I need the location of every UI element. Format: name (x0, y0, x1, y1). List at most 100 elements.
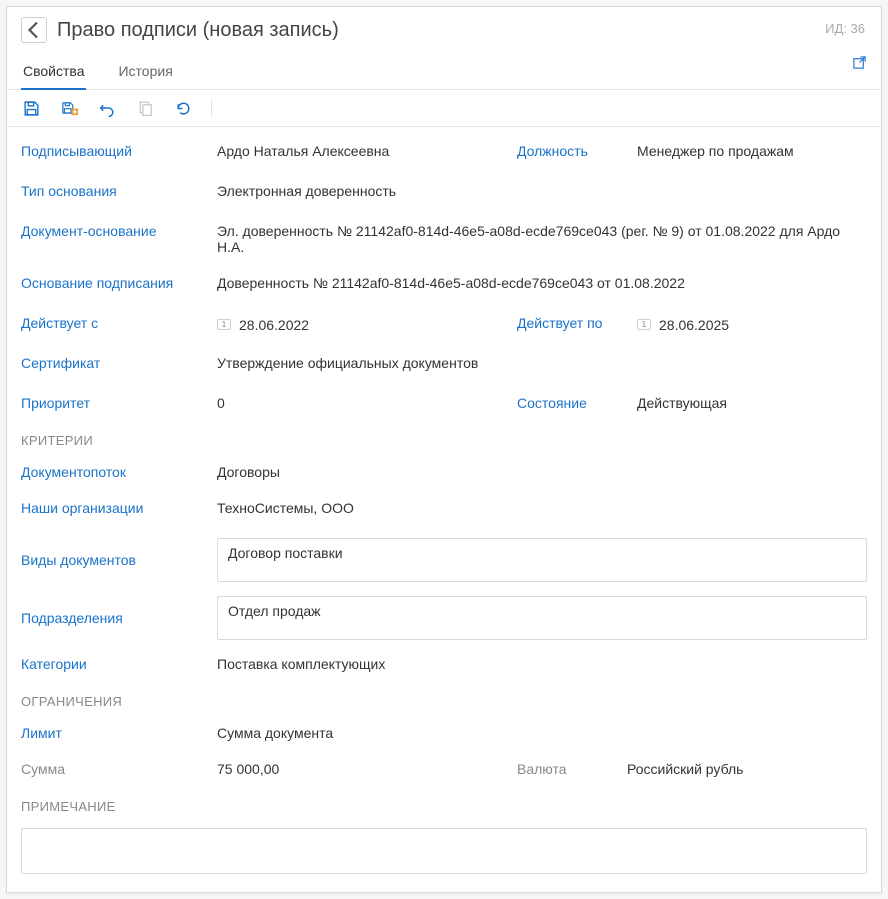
certificate-field[interactable]: Утверждение официальных документов (217, 353, 867, 371)
limit-label: Лимит (21, 723, 217, 741)
refresh-icon (175, 100, 192, 117)
refresh-button[interactable] (173, 98, 193, 118)
amount-value: 75 000,00 (217, 759, 517, 777)
categories-label: Категории (21, 654, 217, 672)
doc-types-field[interactable]: Договор поставки (217, 538, 867, 582)
orgs-value: ТехноСистемы, ООО (217, 498, 867, 516)
departments-box: Отдел продаж (217, 596, 867, 640)
limit-value: Сумма документа (217, 723, 867, 741)
valid-to-field[interactable]: 1 28.06.2025 (637, 313, 857, 333)
basis-doc-value: Эл. доверенность № 21142af0-814d-46e5-a0… (217, 221, 867, 255)
valid-to-value: 28.06.2025 (659, 315, 729, 333)
save-plus-icon (61, 100, 78, 117)
tab-bar: Свойства История (7, 49, 881, 90)
basis-type-label: Тип основания (21, 181, 217, 199)
position-value: Менеджер по продажам (637, 141, 857, 159)
limit-field[interactable]: Сумма документа (217, 723, 867, 741)
signing-basis-label: Основание подписания (21, 273, 217, 291)
priority-label: Приоритет (21, 393, 217, 411)
row-signer: Подписывающий Ардо Наталья Алексеевна До… (21, 141, 867, 163)
row-limit: Лимит Сумма документа (21, 723, 867, 745)
row-priority-state: Приоритет 0 Состояние Действующая (21, 393, 867, 415)
valid-from-label: Действует с (21, 313, 217, 331)
toolbar (7, 90, 881, 127)
departments-value: Отдел продаж (228, 603, 321, 619)
save-and-close-button[interactable] (59, 98, 79, 118)
save-button[interactable] (21, 98, 41, 118)
state-value: Действующая (637, 393, 857, 411)
doc-types-box: Договор поставки (217, 538, 867, 582)
signer-value: Ардо Наталья Алексеевна (217, 141, 517, 159)
row-categories: Категории Поставка комплектующих (21, 654, 867, 676)
departments-label: Подразделения (21, 596, 217, 626)
save-icon (23, 100, 40, 117)
row-certificate: Сертификат Утверждение официальных докум… (21, 353, 867, 375)
valid-to-label: Действует по (517, 313, 637, 331)
section-note: ПРИМЕЧАНИЕ (21, 799, 867, 814)
toolbar-separator (211, 99, 212, 117)
row-amount-currency: Сумма 75 000,00 Валюта Российский рубль (21, 759, 867, 781)
card-header: Право подписи (новая запись) ИД: 36 (7, 7, 881, 49)
row-orgs: Наши организации ТехноСистемы, ООО (21, 498, 867, 520)
signature-right-card: Право подписи (новая запись) ИД: 36 Свой… (6, 6, 882, 893)
signer-field[interactable]: Ардо Наталья Алексеевна (217, 141, 517, 159)
amount-label: Сумма (21, 759, 217, 777)
section-criteria: КРИТЕРИИ (21, 433, 867, 448)
docflow-field[interactable]: Договоры (217, 462, 867, 480)
docflow-value: Договоры (217, 462, 867, 480)
amount-field[interactable]: 75 000,00 (217, 759, 517, 777)
row-signing-basis: Основание подписания Доверенность № 2114… (21, 273, 867, 295)
state-label: Состояние (517, 393, 637, 411)
orgs-field[interactable]: ТехноСистемы, ООО (217, 498, 867, 516)
signing-basis-field[interactable]: Доверенность № 21142af0-814d-46e5-a08d-e… (217, 273, 867, 291)
copy-button (135, 98, 155, 118)
back-button[interactable] (21, 17, 47, 43)
tab-properties[interactable]: Свойства (21, 57, 86, 89)
doc-types-label: Виды документов (21, 538, 217, 568)
doc-types-value: Договор поставки (228, 545, 343, 561)
note-textarea[interactable] (21, 828, 867, 874)
certificate-value: Утверждение официальных документов (217, 353, 867, 371)
position-field[interactable]: Менеджер по продажам (637, 141, 857, 159)
arrow-left-icon (22, 18, 46, 42)
row-docflow: Документопоток Договоры (21, 462, 867, 484)
undo-button[interactable] (97, 98, 117, 118)
priority-value: 0 (217, 393, 517, 411)
form-body: Подписывающий Ардо Наталья Алексеевна До… (7, 127, 881, 892)
open-in-new-window-button[interactable] (852, 55, 867, 73)
undo-icon (99, 100, 116, 117)
categories-field[interactable]: Поставка комплектующих (217, 654, 867, 672)
calendar-icon: 1 (637, 319, 651, 330)
section-limits: ОГРАНИЧЕНИЯ (21, 694, 867, 709)
signing-basis-value: Доверенность № 21142af0-814d-46e5-a08d-e… (217, 273, 867, 291)
valid-from-field[interactable]: 1 28.06.2022 (217, 313, 517, 333)
state-field[interactable]: Действующая (637, 393, 857, 411)
id-value: 36 (851, 21, 865, 36)
basis-type-field[interactable]: Электронная доверенность (217, 181, 867, 199)
currency-label: Валюта (517, 759, 627, 777)
orgs-label: Наши организации (21, 498, 217, 516)
categories-value: Поставка комплектующих (217, 654, 867, 672)
row-basis-doc: Документ-основание Эл. доверенность № 21… (21, 221, 867, 255)
valid-from-value: 28.06.2022 (239, 315, 309, 333)
tab-history[interactable]: История (116, 57, 174, 89)
id-prefix: ИД: (825, 21, 847, 36)
calendar-icon: 1 (217, 319, 231, 330)
currency-field[interactable]: Российский рубль (627, 759, 847, 777)
row-basis-type: Тип основания Электронная доверенность (21, 181, 867, 203)
currency-value: Российский рубль (627, 759, 847, 777)
row-departments: Подразделения Отдел продаж (21, 596, 867, 640)
certificate-label: Сертификат (21, 353, 217, 371)
basis-doc-label: Документ-основание (21, 221, 217, 239)
card-title: Право подписи (новая запись) (57, 19, 339, 42)
signer-label: Подписывающий (21, 141, 217, 159)
priority-field[interactable]: 0 (217, 393, 517, 411)
basis-doc-field[interactable]: Эл. доверенность № 21142af0-814d-46e5-a0… (217, 221, 867, 255)
row-validity: Действует с 1 28.06.2022 Действует по 1 … (21, 313, 867, 335)
basis-type-value: Электронная доверенность (217, 181, 867, 199)
popout-icon (852, 55, 867, 70)
docflow-label: Документопоток (21, 462, 217, 480)
departments-field[interactable]: Отдел продаж (217, 596, 867, 640)
position-label: Должность (517, 141, 637, 159)
copy-icon (137, 100, 154, 117)
